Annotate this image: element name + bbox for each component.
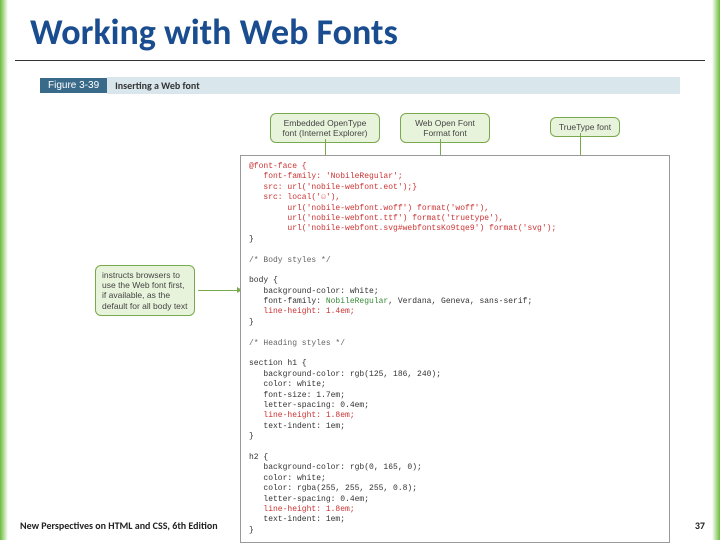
code-line: src: url('nobile-webfont.eot');} — [249, 183, 417, 192]
footer-page-number: 37 — [695, 519, 705, 532]
code-line: src: local('☺'), — [249, 193, 340, 202]
figure-area: Figure 3-39 Inserting a Web font Embedde… — [40, 75, 680, 495]
code-line: background-color: rgb(125, 186, 240); — [249, 370, 441, 379]
code-fontname: NobileRegular — [326, 297, 388, 306]
code-line: font-size: 1.7em; — [249, 391, 345, 400]
callout-woff: Web Open Font Format font — [400, 113, 490, 143]
code-line: letter-spacing: 0.4em; — [249, 495, 369, 504]
right-gradient-bar — [712, 0, 720, 540]
code-line: , Verdana, Geneva, sans-serif; — [388, 297, 532, 306]
code-line: font-family: 'NobileRegular'; — [249, 172, 403, 181]
arrow-instruct — [198, 290, 238, 291]
figure-label: Figure 3-39 — [40, 78, 107, 93]
code-line: color: white; — [249, 474, 326, 483]
footer-book-title: New Perspectives on HTML and CSS, 6th Ed… — [20, 519, 218, 532]
code-line: body { — [249, 276, 278, 285]
code-line: } — [249, 526, 254, 535]
code-line: @font-face { — [249, 162, 307, 171]
code-line: line-height: 1.4em; — [249, 307, 355, 316]
code-line: url('nobile-webfont.svg#webfontsKo9tqe9'… — [249, 224, 556, 233]
figure-header: Figure 3-39 Inserting a Web font — [40, 75, 680, 95]
figure-caption: Inserting a Web font — [107, 77, 680, 94]
code-line: } — [249, 318, 254, 327]
code-line: text-indent: 1em; — [249, 422, 345, 431]
code-line: text-indent: 1em; — [249, 515, 345, 524]
code-line: } — [249, 432, 254, 441]
callout-ttf: TrueType font — [550, 117, 620, 137]
code-line: color: rgba(255, 255, 255, 0.8); — [249, 484, 417, 493]
diagram: Embedded OpenType font (Internet Explore… — [40, 95, 680, 490]
callout-instruct: instructs browsers to use the Web font f… — [95, 265, 195, 316]
code-line: font-family: — [249, 297, 326, 306]
code-line: line-height: 1.8em; — [249, 411, 355, 420]
page-title: Working with Web Fonts — [30, 10, 398, 54]
code-line: background-color: white; — [249, 287, 379, 296]
title-underline — [15, 60, 705, 61]
code-line: section h1 { — [249, 359, 307, 368]
code-line: color: white; — [249, 380, 326, 389]
code-line: background-color: rgb(0, 165, 0); — [249, 463, 422, 472]
code-line: } — [249, 235, 254, 244]
code-comment: /* Heading styles */ — [249, 339, 345, 348]
code-block: @font-face { font-family: 'NobileRegular… — [240, 155, 670, 543]
code-comment: /* Body styles */ — [249, 256, 331, 265]
code-line: url('nobile-webfont.ttf') format('truety… — [249, 214, 503, 223]
code-line: letter-spacing: 0.4em; — [249, 401, 369, 410]
code-line: line-height: 1.8em; — [249, 505, 355, 514]
code-line: url('nobile-webfont.woff') format('woff'… — [249, 204, 489, 213]
code-line: h2 { — [249, 453, 268, 462]
left-gradient-bar — [0, 0, 8, 540]
